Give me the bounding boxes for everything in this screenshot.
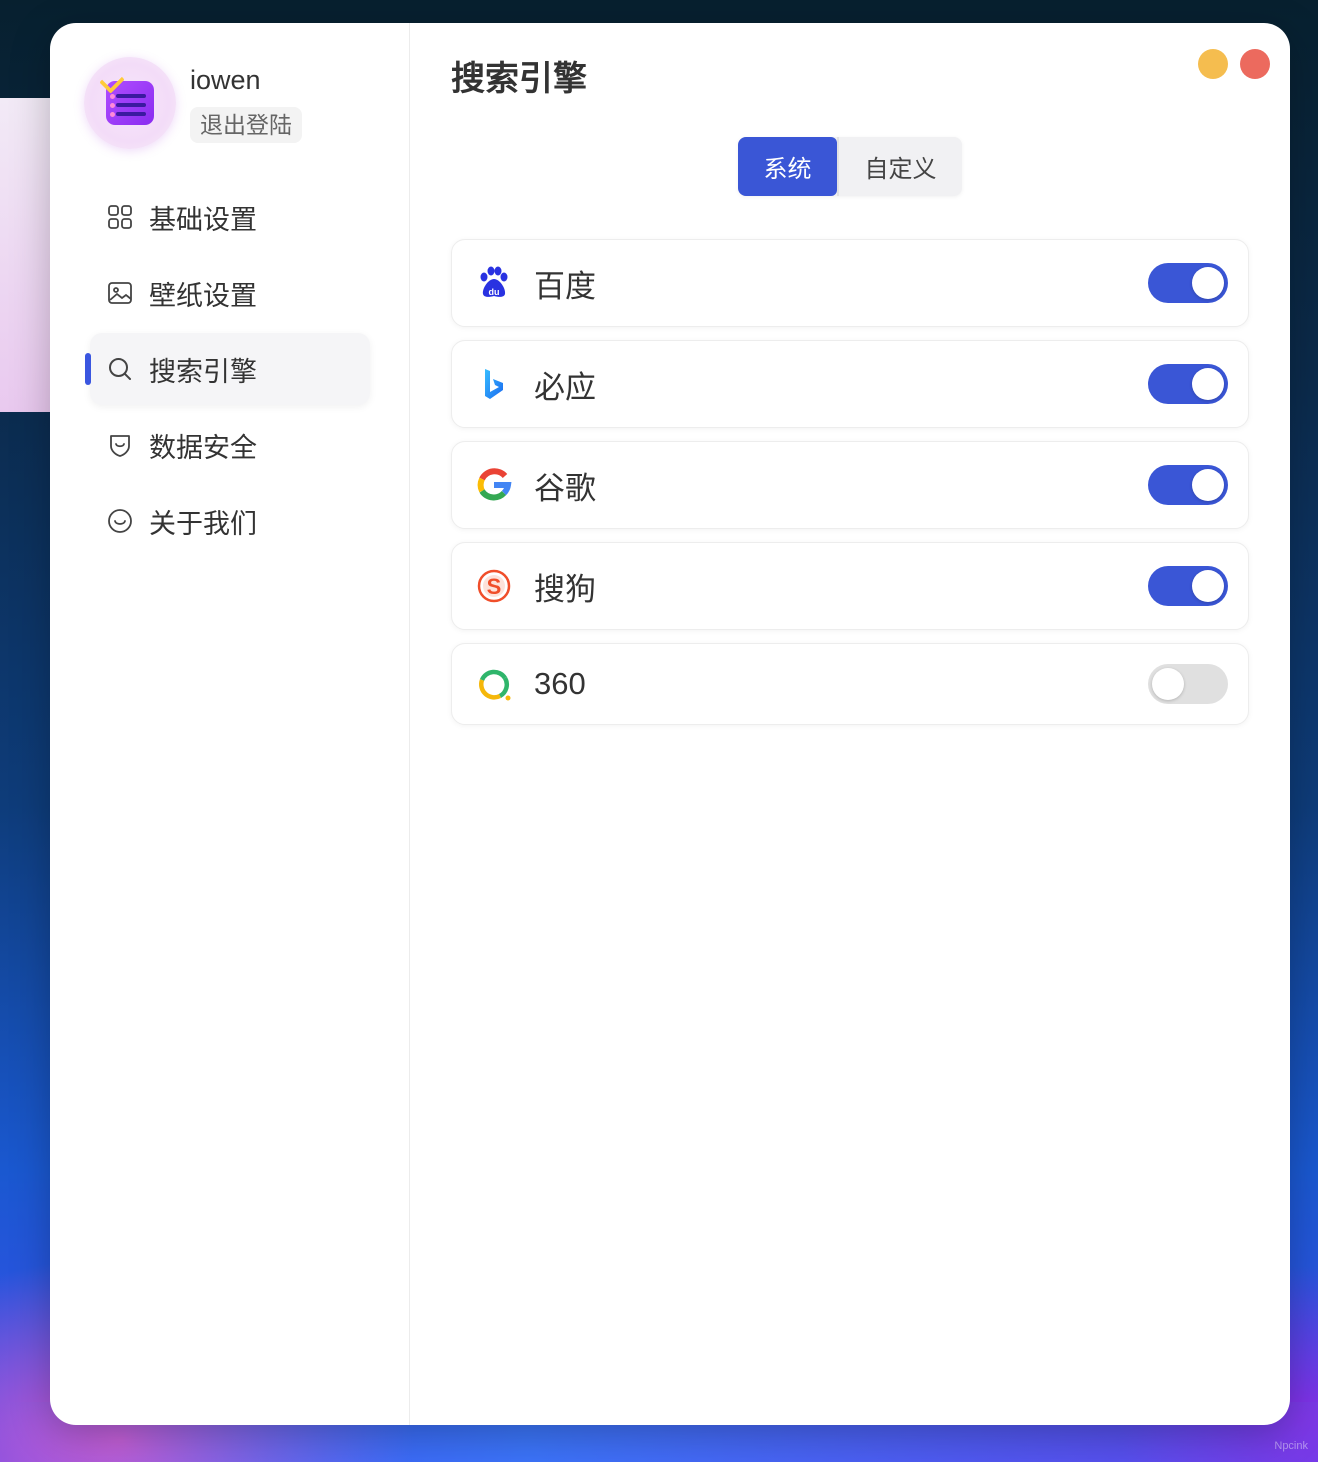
sidebar-item-label: 关于我们 [149,508,257,539]
engine-list: du 百度 必应 谷歌 S 搜狗 360 [451,239,1249,738]
sidebar-item-label: 基础设置 [149,204,257,235]
engine-name: 百度 [534,268,596,304]
toggle-knob [1192,570,1224,602]
smile-icon [107,508,133,534]
engine-row-google: 谷歌 [451,441,1249,529]
engine-toggle-baidu[interactable] [1148,263,1228,303]
main-panel: 搜索引擎 系统 自定义 du 百度 必应 谷歌 S 搜狗 360 [410,23,1290,1425]
sidebar-item-basic-settings[interactable]: 基础设置 [90,181,370,253]
engine-toggle-360[interactable] [1148,664,1228,704]
engine-name: 必应 [534,369,596,405]
engine-toggle-bing[interactable] [1148,364,1228,404]
svg-text:S: S [487,574,502,599]
toggle-knob [1152,668,1184,700]
baidu-logo-icon: du [476,265,512,301]
toggle-knob [1192,469,1224,501]
search-icon [107,356,133,382]
settings-window: iowen 退出登陆 基础设置 壁纸设置 搜索引擎 数据安全 关于我们 搜索引擎… [50,23,1290,1425]
sidebar-item-label: 壁纸设置 [149,280,257,311]
sogou-logo-icon: S [476,568,512,604]
360-logo-icon [476,666,512,702]
engine-toggle-sogou[interactable] [1148,566,1228,606]
grid-icon [107,204,133,230]
bing-logo-icon [476,366,512,402]
tab-custom[interactable]: 自定义 [837,137,962,196]
image-icon [107,280,133,306]
sidebar: iowen 退出登陆 基础设置 壁纸设置 搜索引擎 数据安全 关于我们 [50,23,410,1425]
avatar[interactable] [84,57,176,149]
watermark: Npcink [1274,1440,1308,1452]
engine-toggle-google[interactable] [1148,465,1228,505]
sidebar-item-wallpaper-settings[interactable]: 壁纸设置 [90,257,370,329]
sidebar-item-about-us[interactable]: 关于我们 [90,485,370,557]
close-button[interactable] [1240,49,1270,79]
engine-type-tabs: 系统 自定义 [738,137,962,196]
page-title: 搜索引擎 [451,60,587,98]
toggle-knob [1192,368,1224,400]
engine-name: 搜狗 [534,571,596,607]
username: iowen [190,65,261,95]
logout-button[interactable]: 退出登陆 [190,107,302,143]
sidebar-item-label: 搜索引擎 [149,356,257,387]
active-indicator [85,353,91,385]
tab-system[interactable]: 系统 [738,137,838,196]
engine-row-bing: 必应 [451,340,1249,428]
toggle-knob [1192,267,1224,299]
sidebar-nav: 基础设置 壁纸设置 搜索引擎 数据安全 关于我们 [85,181,370,561]
engine-name: 谷歌 [534,470,596,506]
svg-text:du: du [489,287,500,297]
sidebar-item-label: 数据安全 [149,432,257,463]
engine-name: 360 [534,666,586,701]
background-window-edge [0,98,56,412]
engine-row-baidu: du 百度 [451,239,1249,327]
shield-icon [107,432,133,458]
sidebar-item-search-engine[interactable]: 搜索引擎 [85,333,370,405]
minimize-button[interactable] [1198,49,1228,79]
sidebar-item-data-security[interactable]: 数据安全 [90,409,370,481]
google-logo-icon [476,467,512,503]
engine-row-360: 360 [451,643,1249,725]
engine-row-sogou: S 搜狗 [451,542,1249,630]
